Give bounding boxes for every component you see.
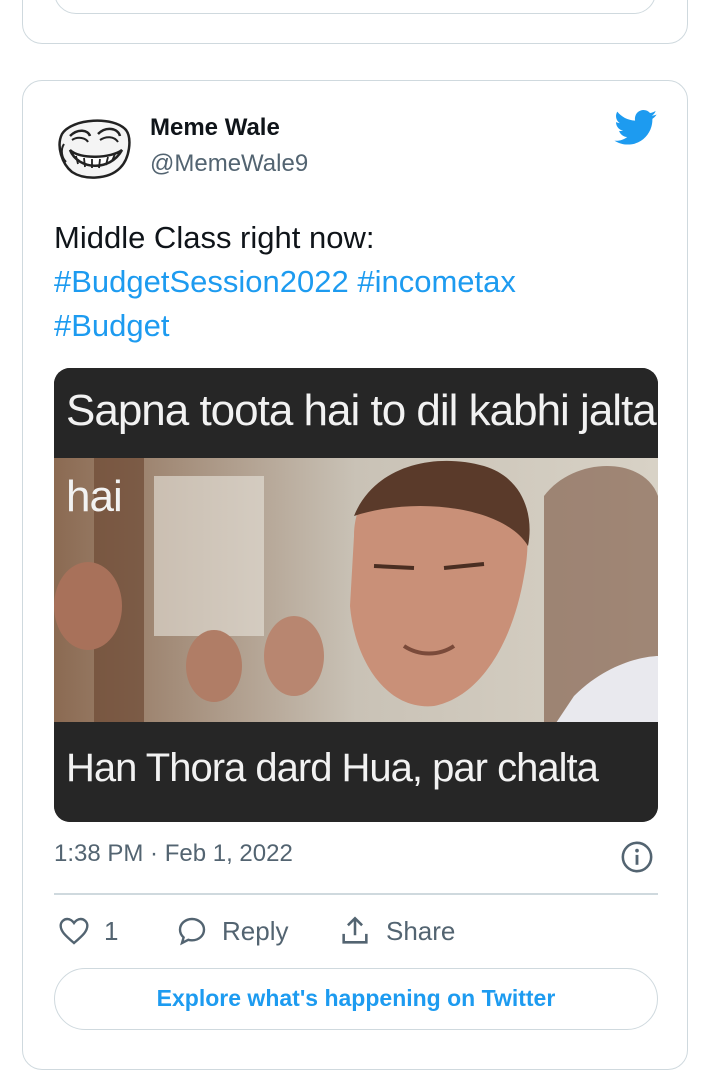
meme-top-caption: Sapna toota hai to dil kabhi jalta hai xyxy=(54,368,658,521)
info-icon[interactable] xyxy=(620,840,654,874)
tweet-text-line: Middle Class right now: xyxy=(54,220,375,255)
tweet-image[interactable]: Sapna toota hai to dil kabhi jalta hai H… xyxy=(54,368,658,822)
tweet-text: Middle Class right now: #BudgetSession20… xyxy=(54,216,664,348)
reply-label: Reply xyxy=(222,915,289,946)
tweet-timestamp[interactable]: 1:38 PM · Feb 1, 2022 xyxy=(54,840,293,868)
author-name[interactable]: Meme Wale xyxy=(150,114,280,142)
heart-icon xyxy=(59,917,89,945)
meme-photo xyxy=(54,456,658,756)
explore-twitter-button[interactable]: Explore what's happening on Twitter xyxy=(54,968,658,1030)
twitter-bird-icon[interactable] xyxy=(614,110,658,146)
like-button[interactable]: 1 xyxy=(58,912,118,950)
meme-bottom-caption: Han Thora dard Hua, par chalta hai xyxy=(54,722,658,822)
divider xyxy=(54,893,658,895)
reply-button[interactable]: Reply xyxy=(176,912,288,950)
author-handle[interactable]: @MemeWale9 xyxy=(150,150,308,178)
avatar[interactable] xyxy=(54,114,134,182)
share-upload-icon xyxy=(342,916,368,944)
share-button[interactable]: Share xyxy=(338,912,455,950)
share-label: Share xyxy=(386,915,456,946)
hashtag-link[interactable]: #BudgetSession2022 xyxy=(54,264,349,299)
hashtag-link[interactable]: #incometax xyxy=(357,264,516,299)
like-count: 1 xyxy=(104,915,119,946)
speech-bubble-icon xyxy=(178,917,206,946)
hashtag-link[interactable]: #Budget xyxy=(54,308,170,343)
previous-tweet-explore-button[interactable] xyxy=(54,0,656,14)
